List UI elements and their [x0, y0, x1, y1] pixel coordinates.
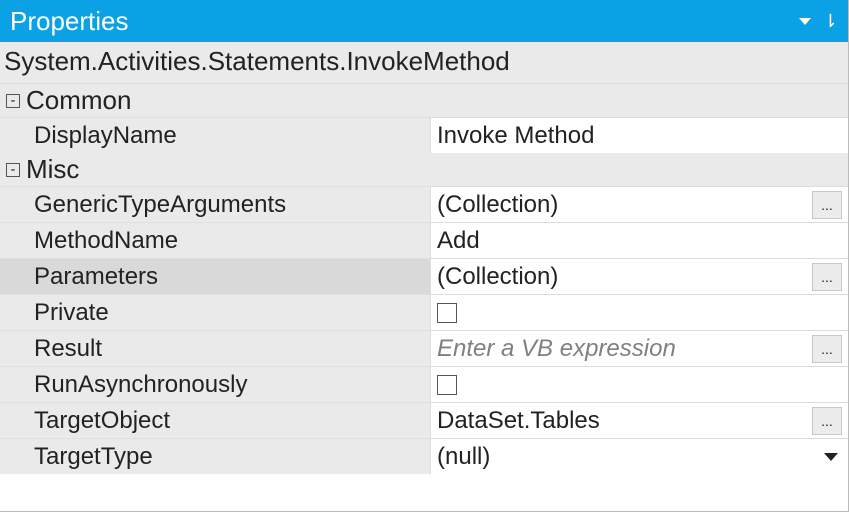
property-value[interactable] [430, 366, 848, 402]
property-label[interactable]: Parameters [0, 258, 430, 294]
ellipsis-button[interactable]: ... [812, 263, 842, 291]
property-label[interactable]: Result [0, 330, 430, 366]
property-label[interactable]: Private [0, 294, 430, 330]
ellipsis-button[interactable]: ... [812, 191, 842, 219]
expander-icon[interactable]: - [6, 94, 20, 108]
value-text: Invoke Method [437, 122, 842, 150]
category-misc[interactable]: - Misc [0, 153, 848, 186]
category-label: Common [26, 85, 131, 116]
property-label[interactable]: DisplayName [0, 117, 430, 153]
property-label[interactable]: TargetType [0, 438, 430, 474]
chevron-down-icon[interactable] [824, 453, 838, 461]
property-row-displayname: DisplayName Invoke Method [0, 117, 848, 153]
property-value[interactable]: (null) [430, 438, 848, 474]
category-common[interactable]: - Common [0, 84, 848, 117]
property-row-targetobject: TargetObject DataSet.Tables ... [0, 402, 848, 438]
value-text: (Collection) [437, 191, 806, 219]
value-text: (Collection) [437, 263, 806, 291]
property-row-generictypearguments: GenericTypeArguments (Collection) ... [0, 186, 848, 222]
ellipsis-button[interactable]: ... [812, 407, 842, 435]
property-value[interactable]: Invoke Method [430, 117, 848, 153]
property-row-parameters: Parameters (Collection) ... [0, 258, 848, 294]
dropdown-icon[interactable] [799, 18, 811, 25]
value-placeholder: Enter a VB expression [437, 335, 806, 363]
panel-window-controls: ⇂ [799, 11, 838, 32]
property-label[interactable]: GenericTypeArguments [0, 186, 430, 222]
pin-icon[interactable]: ⇂ [823, 11, 838, 32]
property-value[interactable]: Add [430, 222, 848, 258]
property-label[interactable]: TargetObject [0, 402, 430, 438]
selected-object-type: System.Activities.Statements.InvokeMetho… [0, 42, 848, 84]
property-label[interactable]: MethodName [0, 222, 430, 258]
panel-titlebar: Properties ⇂ [0, 0, 848, 42]
property-value[interactable]: Enter a VB expression ... [430, 330, 848, 366]
value-text: DataSet.Tables [437, 407, 806, 435]
property-label[interactable]: RunAsynchronously [0, 366, 430, 402]
panel-title: Properties [10, 6, 129, 37]
property-value[interactable]: DataSet.Tables ... [430, 402, 848, 438]
property-row-runasynchronously: RunAsynchronously [0, 366, 848, 402]
expander-icon[interactable]: - [6, 163, 20, 177]
checkbox[interactable] [437, 375, 457, 395]
property-value[interactable]: (Collection) ... [430, 258, 848, 294]
property-value[interactable]: (Collection) ... [430, 186, 848, 222]
value-text: (null) [437, 443, 824, 471]
property-row-result: Result Enter a VB expression ... [0, 330, 848, 366]
checkbox[interactable] [437, 303, 457, 323]
property-value[interactable] [430, 294, 848, 330]
value-text: Add [437, 227, 842, 255]
ellipsis-button[interactable]: ... [812, 335, 842, 363]
property-row-private: Private [0, 294, 848, 330]
category-label: Misc [26, 154, 79, 185]
property-row-methodname: MethodName Add [0, 222, 848, 258]
property-row-targettype: TargetType (null) [0, 438, 848, 474]
